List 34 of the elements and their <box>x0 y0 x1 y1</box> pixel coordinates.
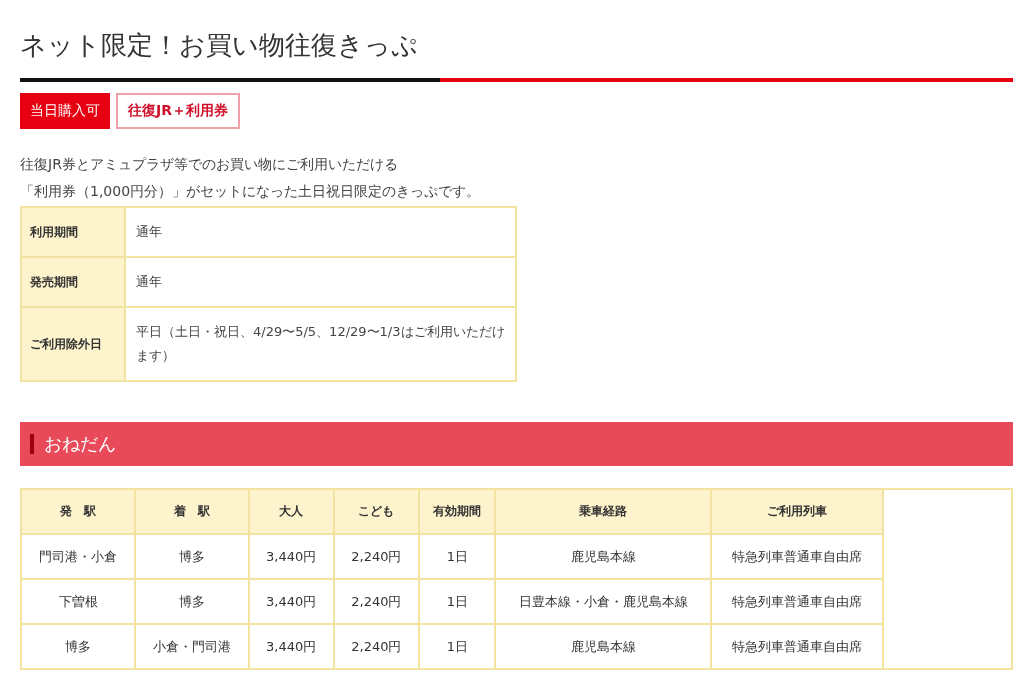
bar-marker-icon <box>30 434 34 454</box>
table-cell: 1日 <box>419 579 496 624</box>
row-label: 利用期間 <box>21 207 125 257</box>
tag-label: 当日購入可 <box>20 93 110 129</box>
column-header: 大人 <box>248 490 334 534</box>
table-cell: 3,440円 <box>248 579 334 624</box>
row-value: 通年 <box>125 207 516 257</box>
row-value: 通年 <box>125 257 516 307</box>
tag-label: 往復JR＋利用券 <box>116 93 240 129</box>
table-cell: 博多 <box>22 624 136 668</box>
table-cell: 門司港・小倉 <box>22 534 136 579</box>
table-cell: 博多 <box>135 534 249 579</box>
column-header: 乗車経路 <box>495 490 711 534</box>
column-header: こども <box>333 490 420 534</box>
column-header: ご利用列車 <box>710 490 883 534</box>
table-cell: 特急列車普通車自由席 <box>710 534 883 579</box>
page-title: ネット限定！お買い物往復きっぷ <box>20 29 419 62</box>
table-cell: 日豊本線・小倉・鹿児島本線 <box>495 579 711 624</box>
row-label: ご利用除外日 <box>21 307 125 381</box>
column-header: 着 駅 <box>135 490 249 534</box>
table-cell: 2,240円 <box>333 534 420 579</box>
table-cell: 特急列車普通車自由席 <box>710 579 883 624</box>
description-text: 往復JR券とアミュプラザ等でのお買い物にご利用いただける 「利用券（1,000円分）」がセットになった土日祝日限定のきっぷです。 <box>20 155 482 201</box>
column-header: 発 駅 <box>22 490 136 534</box>
table-cell: 博多 <box>135 579 249 624</box>
section-heading: おねだん <box>44 432 116 456</box>
row-value: 平日（土日・祝日、4/29〜5/5、12/29〜1/3はご利用いただけます） <box>125 307 516 381</box>
table-cell: 3,440円 <box>248 534 334 579</box>
column-header: 有効期間 <box>419 490 496 534</box>
table-cell: 鹿児島本線 <box>495 534 711 579</box>
table-cell: 1日 <box>419 534 496 579</box>
table-cell: 2,240円 <box>333 579 420 624</box>
table-cell: 下曽根 <box>22 579 136 624</box>
row-label: 発売期間 <box>21 257 125 307</box>
